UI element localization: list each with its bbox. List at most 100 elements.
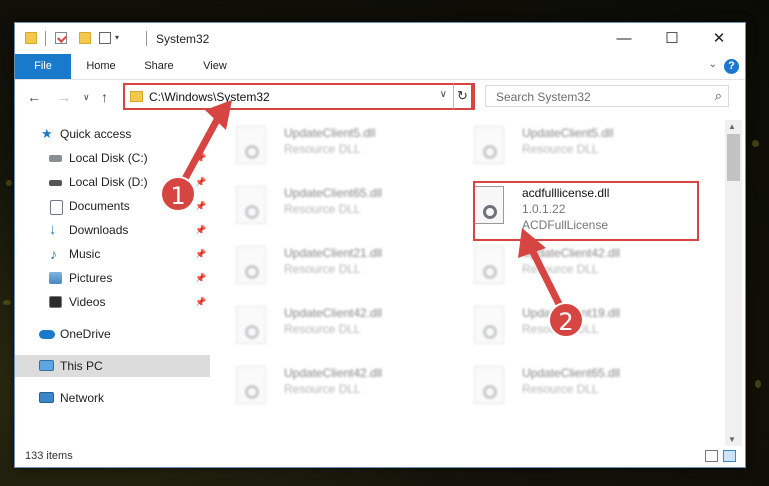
file-tile[interactable]: UpdateClient42.dll Resource DLL bbox=[474, 240, 704, 292]
title-bar: ▾ System32 — ☐ ✕ bbox=[15, 23, 745, 54]
tab-home[interactable]: Home bbox=[77, 54, 125, 79]
step-1-badge: 1 bbox=[160, 176, 196, 212]
gear-icon bbox=[245, 385, 259, 399]
sidebar-item-label: OneDrive bbox=[60, 327, 111, 341]
sidebar-item-onedrive[interactable]: OneDrive bbox=[15, 323, 210, 345]
search-input[interactable]: Search System32 ⌕ bbox=[485, 85, 729, 107]
sidebar-item-label: Videos bbox=[69, 295, 106, 309]
up-arrow-icon[interactable]: ↑ bbox=[101, 89, 108, 105]
help-icon[interactable]: ? bbox=[724, 59, 739, 74]
scroll-up-arrow-icon[interactable]: ▲ bbox=[728, 122, 736, 131]
folder-icon bbox=[130, 91, 143, 102]
tab-share[interactable]: Share bbox=[135, 54, 183, 79]
file-type: Resource DLL bbox=[522, 262, 599, 276]
drive-icon bbox=[49, 180, 62, 186]
pin-icon[interactable]: 📌 bbox=[195, 195, 206, 217]
gear-icon bbox=[483, 325, 497, 339]
forward-arrow-icon[interactable]: → bbox=[57, 89, 71, 105]
file-explorer-window: ▾ System32 — ☐ ✕ File Home Share View ⌄ … bbox=[14, 22, 746, 468]
status-bar: 133 items bbox=[15, 446, 745, 467]
gear-icon bbox=[483, 265, 497, 279]
refresh-button[interactable]: ↻ bbox=[453, 83, 473, 110]
scroll-down-arrow-icon[interactable]: ▼ bbox=[728, 435, 736, 444]
address-bar[interactable]: C:\Windows\System32 ∨ bbox=[123, 83, 475, 110]
maximize-button[interactable]: ☐ bbox=[649, 23, 695, 54]
divider bbox=[45, 31, 46, 46]
background-speck bbox=[6, 180, 12, 186]
file-tile[interactable]: UpdateClient65.dll Resource DLL bbox=[474, 360, 704, 412]
dll-file-icon bbox=[236, 126, 266, 164]
file-highlight-box bbox=[473, 181, 699, 241]
tab-view[interactable]: View bbox=[191, 54, 239, 79]
download-arrow-icon: ↓ bbox=[49, 221, 57, 238]
file-tile[interactable]: UpdateClient65.dll Resource DLL bbox=[236, 180, 466, 232]
window-title: System32 bbox=[156, 32, 210, 46]
file-name: UpdateClient42.dll bbox=[522, 246, 621, 260]
sidebar-item-local-disk-c[interactable]: Local Disk (C:) 📌 bbox=[15, 147, 210, 169]
sidebar-item-label: Quick access bbox=[60, 127, 132, 141]
pin-icon[interactable]: 📌 bbox=[195, 219, 206, 241]
address-path: C:\Windows\System32 bbox=[149, 90, 270, 104]
vertical-scrollbar[interactable]: ▲ ▼ bbox=[725, 120, 742, 446]
sidebar-item-label: Music bbox=[69, 247, 101, 261]
network-icon bbox=[39, 392, 54, 403]
file-name: UpdateClient21.dll bbox=[284, 246, 383, 260]
dll-file-icon bbox=[474, 366, 504, 404]
dll-file-icon bbox=[236, 246, 266, 284]
properties-icon[interactable] bbox=[55, 32, 67, 44]
pin-icon[interactable]: 📌 bbox=[195, 243, 206, 265]
chevron-down-icon[interactable]: ⌄ bbox=[709, 59, 717, 70]
pin-icon[interactable]: 📌 bbox=[195, 291, 206, 313]
chevron-down-icon[interactable]: ∨ bbox=[440, 89, 447, 100]
new-folder-icon[interactable] bbox=[79, 32, 91, 44]
file-tile[interactable]: UpdateClient19.dll Resource DLL bbox=[474, 300, 704, 352]
file-list: UpdateClient5.dll Resource DLL UpdateCli… bbox=[210, 120, 724, 446]
details-view-icon[interactable] bbox=[705, 450, 718, 462]
sidebar-item-label: This PC bbox=[60, 359, 103, 373]
file-tile[interactable]: UpdateClient21.dll Resource DLL bbox=[236, 240, 466, 292]
pictures-icon bbox=[49, 272, 62, 284]
pin-icon[interactable]: 📌 bbox=[195, 267, 206, 289]
file-tile[interactable]: UpdateClient5.dll Resource DLL bbox=[474, 120, 704, 172]
file-type: Resource DLL bbox=[284, 202, 361, 216]
sidebar-item-this-pc[interactable]: This PC bbox=[15, 355, 210, 377]
background-speck bbox=[755, 380, 761, 388]
dll-file-icon bbox=[236, 186, 266, 224]
dll-file-icon bbox=[236, 306, 266, 344]
sidebar-item-music[interactable]: ♪ Music 📌 bbox=[15, 243, 210, 265]
file-type: Resource DLL bbox=[284, 322, 361, 336]
scroll-thumb[interactable] bbox=[727, 134, 740, 181]
folder-icon bbox=[25, 32, 37, 44]
sidebar-item-quick-access[interactable]: ★ Quick access bbox=[15, 123, 210, 145]
file-tile[interactable]: UpdateClient5.dll Resource DLL bbox=[236, 120, 466, 172]
chevron-down-icon[interactable]: ▾ bbox=[115, 32, 127, 44]
file-tile[interactable]: UpdateClient42.dll Resource DLL bbox=[236, 360, 466, 412]
file-type: Resource DLL bbox=[284, 382, 361, 396]
sidebar-item-label: Documents bbox=[69, 199, 130, 213]
star-icon: ★ bbox=[41, 126, 53, 141]
pin-icon[interactable]: 📌 bbox=[195, 147, 206, 169]
customize-toolbar-icon[interactable] bbox=[99, 32, 111, 44]
gear-icon bbox=[245, 145, 259, 159]
minimize-button[interactable]: — bbox=[601, 23, 647, 54]
step-2-badge: 2 bbox=[548, 302, 584, 338]
file-type: Resource DLL bbox=[284, 142, 361, 156]
large-icons-view-icon[interactable] bbox=[723, 450, 736, 462]
sidebar-item-label: Local Disk (D:) bbox=[69, 175, 148, 189]
sidebar-item-label: Pictures bbox=[69, 271, 113, 285]
back-arrow-icon[interactable]: ← bbox=[27, 89, 41, 105]
search-icon: ⌕ bbox=[714, 88, 722, 103]
pin-icon[interactable]: 📌 bbox=[195, 171, 206, 193]
file-name: UpdateClient65.dll bbox=[522, 366, 621, 380]
close-button[interactable]: ✕ bbox=[696, 23, 742, 54]
file-tile[interactable]: UpdateClient42.dll Resource DLL bbox=[236, 300, 466, 352]
file-name: UpdateClient5.dll bbox=[284, 126, 376, 140]
sidebar-item-videos[interactable]: Videos 📌 bbox=[15, 291, 210, 313]
sidebar-item-downloads[interactable]: ↓ Downloads 📌 bbox=[15, 219, 210, 241]
recent-locations-chevron-icon[interactable]: ∨ bbox=[83, 92, 90, 103]
gear-icon bbox=[245, 205, 259, 219]
music-note-icon: ♪ bbox=[50, 246, 57, 262]
sidebar-item-pictures[interactable]: Pictures 📌 bbox=[15, 267, 210, 289]
tab-file[interactable]: File bbox=[15, 54, 71, 79]
sidebar-item-network[interactable]: Network bbox=[15, 387, 210, 409]
